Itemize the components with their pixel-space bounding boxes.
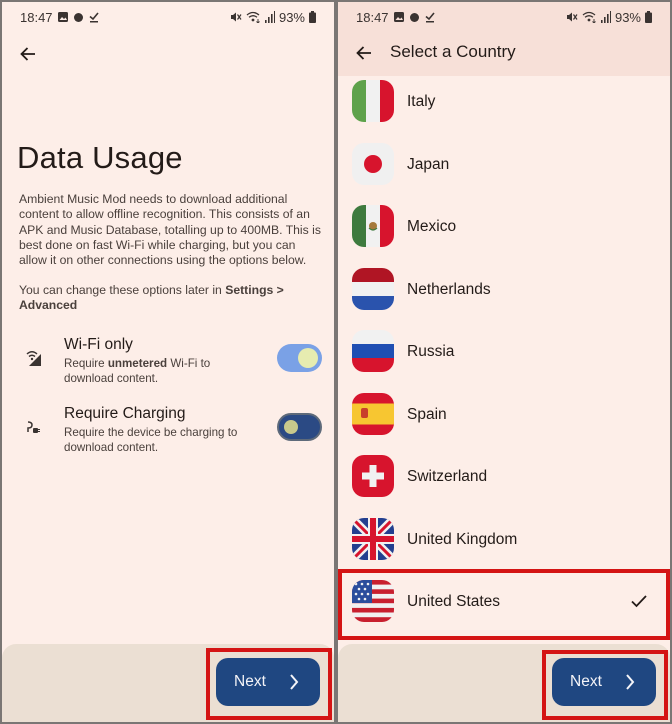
wifi-icon bbox=[246, 11, 261, 23]
toggle-knob bbox=[298, 348, 318, 368]
battery-percent: 93% bbox=[614, 9, 641, 25]
country-item-netherlands[interactable]: Netherlands bbox=[338, 264, 670, 327]
country-name: Japan bbox=[407, 155, 450, 173]
top-app-bar: 18:47 93% Select a Country bbox=[338, 2, 670, 76]
netherlands-flag-icon bbox=[352, 267, 394, 310]
settings-note: You can change these options later in Se… bbox=[19, 283, 324, 314]
next-button[interactable]: Next bbox=[216, 658, 320, 706]
country-item-italy[interactable]: Italy bbox=[338, 76, 670, 139]
setting-require-charging[interactable]: Require Charging Require the device be c… bbox=[2, 405, 334, 471]
require-charging-toggle[interactable] bbox=[277, 413, 322, 441]
status-time: 18:47 bbox=[20, 9, 53, 25]
signal-icon bbox=[264, 11, 275, 23]
bottom-bar: Next bbox=[2, 644, 334, 722]
country-list: Italy Japan Mexico Netherlands Russia Sp… bbox=[338, 76, 670, 639]
arrow-back-icon bbox=[20, 47, 35, 61]
battery-icon bbox=[645, 11, 652, 23]
country-name: United States bbox=[407, 593, 501, 610]
us-flag-icon bbox=[352, 580, 394, 622]
signal-icon bbox=[600, 11, 611, 23]
data-usage-screen: 18:47 93% Data Usage Ambient Music Mod n… bbox=[2, 2, 334, 722]
chevron-right-icon bbox=[626, 674, 635, 690]
download-done-icon bbox=[88, 11, 100, 23]
charging-plug-icon bbox=[24, 417, 44, 437]
download-done-icon bbox=[424, 11, 436, 23]
settings-note-prefix: You can change these options later in bbox=[19, 283, 226, 297]
country-select-screen: 18:47 93% Select a Country Italy Japan M… bbox=[338, 2, 670, 722]
mexico-flag-icon bbox=[352, 205, 394, 247]
setting-title: Wi-Fi only bbox=[64, 336, 133, 353]
country-name: Italy bbox=[407, 93, 436, 110]
setting-title: Require Charging bbox=[64, 405, 186, 422]
notification-dot-icon bbox=[73, 12, 84, 23]
gallery-icon bbox=[393, 11, 405, 23]
wifi-restricted-icon bbox=[24, 348, 44, 368]
next-button-label: Next bbox=[234, 673, 266, 690]
setting-subtitle: Require the device be charging to downlo… bbox=[64, 426, 238, 454]
chevron-right-icon bbox=[290, 674, 299, 690]
back-button[interactable] bbox=[350, 39, 378, 67]
italy-flag-icon bbox=[352, 80, 394, 122]
notification-dot-icon bbox=[409, 12, 420, 23]
setting-subtitle: Require unmetered Wi-Fi to download cont… bbox=[64, 356, 254, 386]
country-item-mexico[interactable]: Mexico bbox=[338, 201, 670, 264]
next-button-label: Next bbox=[570, 673, 602, 690]
country-name: Spain bbox=[407, 405, 447, 423]
subtitle-part: Require bbox=[64, 357, 108, 370]
setting-wifi-only[interactable]: Wi-Fi only Require unmetered Wi-Fi to do… bbox=[2, 336, 334, 402]
wifi-icon bbox=[582, 11, 597, 23]
spain-flag-icon bbox=[352, 392, 394, 435]
next-button[interactable]: Next bbox=[552, 658, 656, 706]
status-time: 18:47 bbox=[356, 9, 389, 25]
country-name: United Kingdom bbox=[407, 530, 518, 548]
country-item-japan[interactable]: Japan bbox=[338, 139, 670, 202]
page-title: Data Usage bbox=[17, 140, 183, 175]
country-item-switzerland[interactable]: Switzerland bbox=[338, 451, 670, 514]
gallery-icon bbox=[57, 11, 69, 23]
check-icon bbox=[631, 595, 647, 608]
status-bar: 18:47 93% bbox=[2, 2, 334, 32]
country-item-russia[interactable]: Russia bbox=[338, 326, 670, 389]
subtitle-bold: unmetered bbox=[107, 357, 168, 370]
back-button[interactable] bbox=[14, 40, 42, 68]
toggle-knob bbox=[284, 420, 298, 434]
bottom-bar: Next bbox=[338, 644, 670, 722]
country-name: Netherlands bbox=[407, 280, 491, 298]
wifi-only-toggle[interactable] bbox=[277, 344, 322, 372]
russia-flag-icon bbox=[352, 330, 394, 372]
country-item-spain[interactable]: Spain bbox=[338, 389, 670, 452]
battery-icon bbox=[309, 11, 316, 23]
battery-percent: 93% bbox=[278, 9, 305, 25]
country-item-united-kingdom[interactable]: United Kingdom bbox=[338, 514, 670, 577]
screen-title: Select a Country bbox=[390, 42, 516, 61]
arrow-back-icon bbox=[356, 46, 371, 60]
country-name: Switzerland bbox=[407, 468, 488, 485]
status-bar: 18:47 93% bbox=[338, 2, 670, 32]
mute-icon bbox=[230, 11, 242, 23]
japan-flag-icon bbox=[352, 142, 394, 185]
switzerland-flag-icon bbox=[352, 455, 394, 497]
country-name: Mexico bbox=[407, 218, 457, 235]
description-text: Ambient Music Mod needs to download addi… bbox=[19, 192, 321, 268]
uk-flag-icon bbox=[352, 517, 394, 560]
country-item-united-states[interactable]: United States bbox=[338, 576, 670, 639]
mute-icon bbox=[566, 11, 578, 23]
country-name: Russia bbox=[407, 343, 455, 360]
